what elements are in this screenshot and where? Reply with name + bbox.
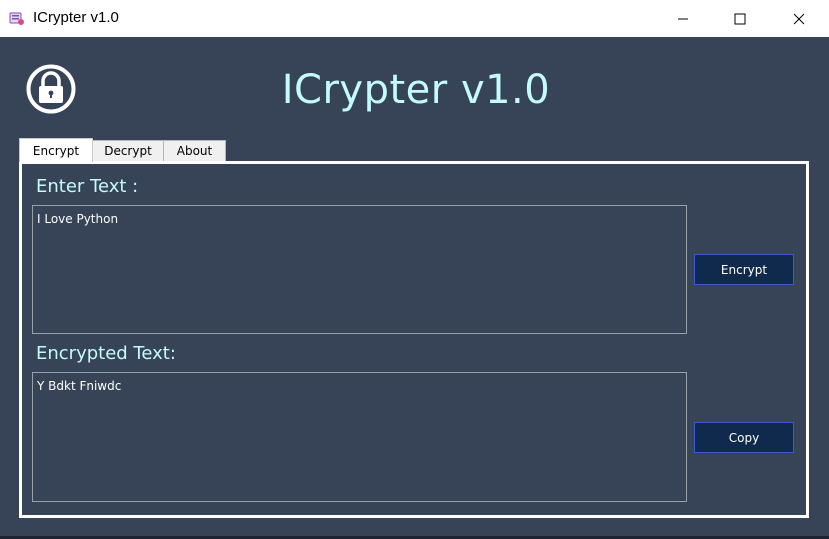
- maximize-button[interactable]: [717, 0, 763, 37]
- encrypt-button[interactable]: Encrypt: [694, 254, 794, 285]
- app-heading-text: ICrypter v1.0: [281, 67, 551, 113]
- minimize-button[interactable]: [660, 0, 706, 37]
- app-heading: ICrypter v1.0: [0, 62, 829, 118]
- window-title: ICrypter v1.0: [33, 9, 119, 26]
- plaintext-input[interactable]: I Love Python: [32, 205, 687, 334]
- minimize-icon: [678, 18, 688, 19]
- output-label: Encrypted Text:: [36, 343, 176, 364]
- window-title-bar: ICrypter v1.0: [0, 0, 829, 37]
- tab-about[interactable]: About: [163, 140, 226, 162]
- tab-decrypt[interactable]: Decrypt: [92, 140, 164, 162]
- copy-button[interactable]: Copy: [694, 422, 794, 453]
- close-icon: [793, 13, 805, 24]
- tab-encrypt[interactable]: Encrypt: [19, 138, 93, 162]
- encrypted-output[interactable]: Y Bdkt Fniwdc: [32, 372, 687, 502]
- close-button[interactable]: [776, 0, 822, 37]
- app-icon: [9, 10, 25, 26]
- maximize-icon: [734, 13, 746, 24]
- input-label: Enter Text :: [36, 176, 139, 197]
